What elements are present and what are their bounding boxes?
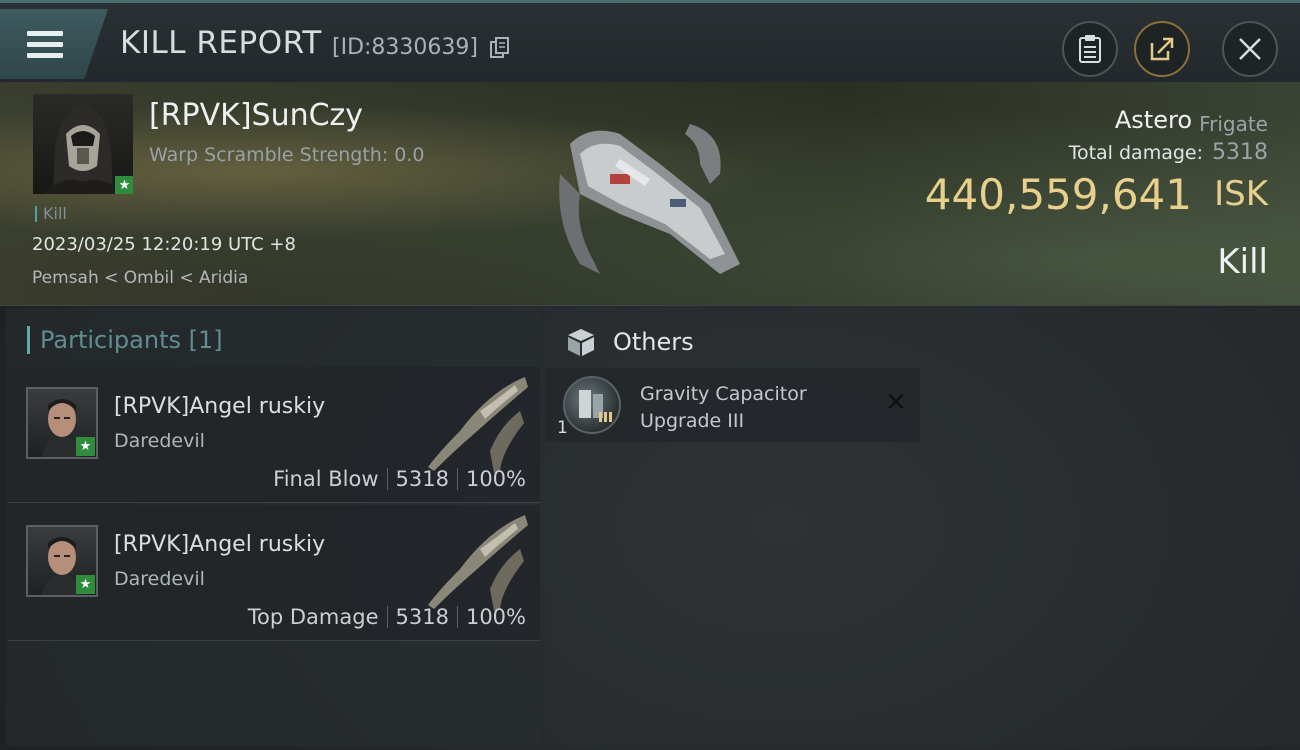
divider [456, 468, 458, 490]
others-panel: Others 1 Gravity Capacitor Upgrade III ✕ [545, 308, 1300, 746]
victim-banner: ★ [RPVK]SunCzy Warp Scramble Strength: 0… [0, 82, 1300, 306]
total-damage-label: Total damage: [1068, 142, 1203, 164]
isk-value: 440,559,641 [924, 170, 1192, 219]
participant-damage: 5318 [395, 605, 449, 629]
participant-stats: Top Damage 5318 100% [248, 605, 526, 629]
victim-avatar[interactable]: ★ [33, 94, 133, 194]
cargo-box-icon [568, 329, 594, 356]
copy-icon[interactable] [489, 37, 511, 61]
others-heading: Others [613, 328, 694, 356]
item-row[interactable]: 1 Gravity Capacitor Upgrade III ✕ [545, 368, 920, 442]
divider [386, 468, 388, 490]
participant-damage: 5318 [395, 467, 449, 491]
kill-datetime: 2023/03/25 12:20:19 UTC +8 [32, 234, 296, 255]
participant-percent: 100% [465, 467, 526, 491]
participant-ship-image[interactable] [420, 371, 532, 475]
item-quantity: 1 [557, 418, 568, 438]
star-badge: ★ [76, 437, 95, 456]
close-button[interactable] [1222, 21, 1278, 77]
participant-avatar[interactable]: ★ [26, 387, 98, 459]
item-name: Gravity Capacitor Upgrade III [640, 383, 807, 432]
participant-percent: 100% [465, 605, 526, 629]
report-id: [ID:8330639] [332, 35, 478, 60]
ship-class: Frigate [1199, 112, 1268, 136]
participant-row[interactable]: ★ [RPVK]Angel ruskiy Daredevil Final Blo… [8, 367, 540, 503]
destroyed-icon: ✕ [885, 388, 907, 418]
clipboard-icon [1079, 35, 1101, 63]
participant-avatar[interactable]: ★ [26, 525, 98, 597]
participant-ship: Daredevil [114, 430, 205, 452]
participant-ship-image[interactable] [420, 509, 532, 613]
participants-heading: Participants [1] [27, 326, 223, 354]
participant-role: Top Damage [247, 605, 379, 629]
top-bar: KILL REPORT [ID:8330639] [0, 0, 1300, 82]
participant-stats: Final Blow 5318 100% [273, 467, 526, 491]
participants-panel: Participants [1] ★ [RPVK]Angel ruskiy Da… [6, 308, 540, 746]
page-title: KILL REPORT [120, 25, 322, 61]
module-icon [563, 376, 621, 434]
kill-result: Kill [1217, 242, 1268, 282]
kill-location[interactable]: Pemsah < Ombil < Aridia [32, 268, 248, 288]
divider [456, 606, 458, 628]
total-damage-value: 5318 [1212, 140, 1268, 165]
menu-button[interactable] [0, 9, 108, 79]
ship-name[interactable]: Astero [1115, 106, 1192, 134]
share-button[interactable] [1134, 21, 1190, 77]
victim-name[interactable]: [RPVK]SunCzy [149, 98, 363, 133]
warp-scramble-strength: Warp Scramble Strength: 0.0 [149, 144, 425, 166]
star-badge: ★ [115, 176, 133, 194]
clipboard-button[interactable] [1062, 21, 1118, 77]
isk-unit: ISK [1214, 174, 1268, 214]
star-badge: ★ [76, 575, 95, 594]
kill-tag: Kill [35, 206, 67, 222]
share-icon [1150, 37, 1174, 61]
participant-row[interactable]: ★ [RPVK]Angel ruskiy Daredevil Top Damag… [8, 505, 540, 641]
divider [386, 606, 388, 628]
menu-icon [27, 31, 63, 64]
close-icon [1239, 38, 1261, 60]
victim-ship-image[interactable] [550, 104, 750, 284]
participant-name[interactable]: [RPVK]Angel ruskiy [114, 532, 325, 557]
participant-name[interactable]: [RPVK]Angel ruskiy [114, 394, 325, 419]
participant-role: Final Blow [273, 467, 379, 491]
participant-ship: Daredevil [114, 568, 205, 590]
